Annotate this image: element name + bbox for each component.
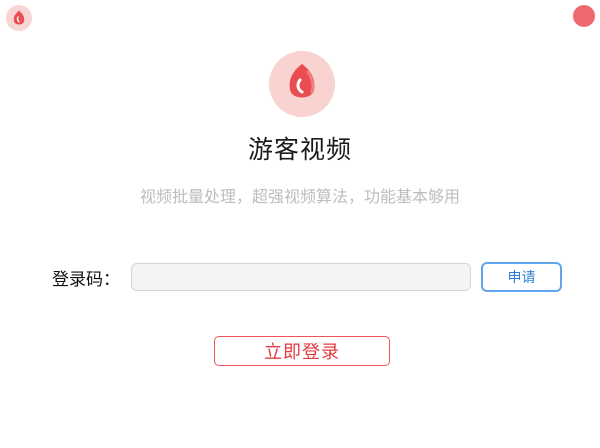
login-button[interactable]: 立即登录	[214, 336, 390, 366]
app-logo-small-icon	[6, 5, 32, 31]
app-title: 游客视频	[247, 135, 352, 164]
apply-button[interactable]: 申请	[481, 262, 562, 292]
brand-logo-icon	[269, 51, 335, 117]
login-code-label: 登录码：	[52, 270, 120, 290]
login-code-input[interactable]	[131, 263, 471, 291]
petal-logo-icon	[13, 10, 25, 25]
close-button[interactable]	[573, 5, 595, 27]
app-subtitle: 视频批量处理，超强视频算法，功能基本够用	[139, 187, 460, 206]
video-petal-logo-icon	[289, 64, 315, 98]
